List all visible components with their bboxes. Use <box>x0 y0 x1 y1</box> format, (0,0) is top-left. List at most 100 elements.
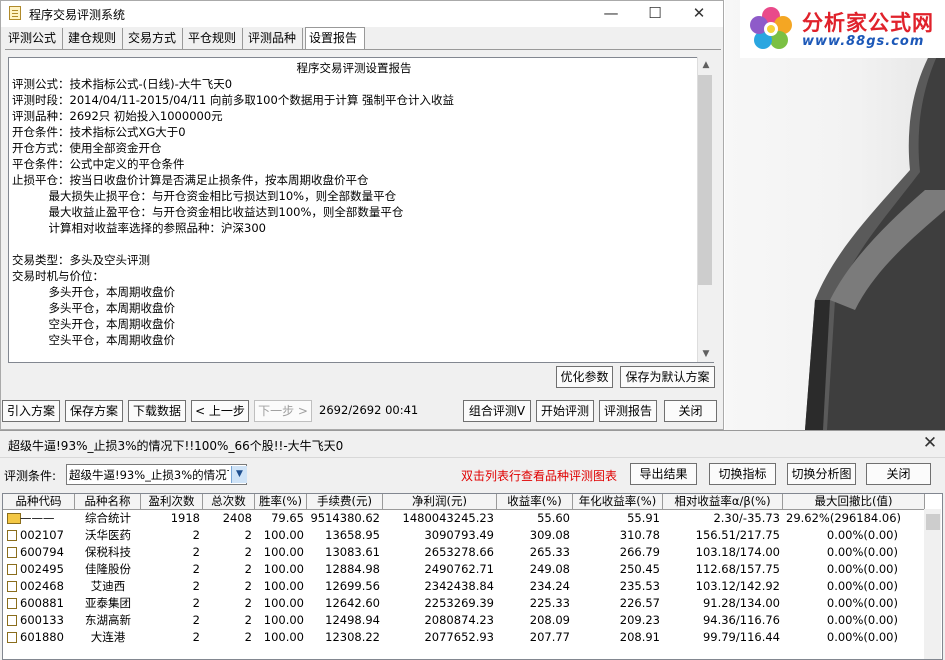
cell-total: 2 <box>244 562 252 576</box>
cell-return: 208.09 <box>529 613 570 627</box>
title-bar[interactable]: 程序交易评测系统 — ☐ ✕ <box>1 1 723 27</box>
document-icon <box>7 581 17 592</box>
cell-wins: 2 <box>192 630 200 644</box>
table-row[interactable]: 600794 保税科技 2 2 100.00 13083.61 2653278.66 265.… <box>3 544 925 561</box>
chevron-down-icon[interactable]: ▼ <box>231 466 247 483</box>
switch-indicator-button[interactable]: 切换指标 <box>709 463 776 485</box>
results-table[interactable]: 品种代码 品种名称 盈利次数 总次数 胜率(%) 手续费(元) 净利润(元) 收… <box>2 493 943 660</box>
cell-wins: 2 <box>192 579 200 593</box>
tab-instruments[interactable]: 评测品种 <box>245 28 303 49</box>
cell-code: 600881 <box>20 596 64 610</box>
cell-wins: 2 <box>192 562 200 576</box>
col-header-profit[interactable]: 净利润(元) <box>383 494 497 510</box>
table-row[interactable]: 002107 沃华医药 2 2 100.00 13658.95 3090793.49 309.… <box>3 527 925 544</box>
tab-open-rules[interactable]: 建仓规则 <box>65 28 123 49</box>
save-default-button[interactable]: 保存为默认方案 <box>620 366 715 388</box>
report-scroll-thumb[interactable] <box>698 75 712 285</box>
eval-close-button[interactable]: 关闭 <box>866 463 931 485</box>
table-row[interactable]: ——— 综合统计 1918 2408 79.65 9514380.62 1480043245… <box>3 510 925 527</box>
cell-winrate: 100.00 <box>263 630 304 644</box>
report-line: 评测公式：技术指标公式-(日线)-大牛飞天0 <box>12 77 233 91</box>
cell-fee: 12498.94 <box>325 613 380 627</box>
cell-max-drawdown: 0.00%(0.00) <box>826 545 898 559</box>
cell-profit: 2080874.23 <box>424 613 494 627</box>
minimize-button[interactable]: — <box>589 1 633 27</box>
cell-relative-return: 99.79/116.44 <box>702 630 780 644</box>
scroll-up-icon[interactable]: ▲ <box>698 57 714 73</box>
document-icon <box>7 615 17 626</box>
table-scrollbar[interactable] <box>924 509 941 659</box>
table-scroll-thumb[interactable] <box>926 514 940 530</box>
criteria-select[interactable]: 超级牛逼!93%_止损3%的情况下 ▼ <box>66 464 247 485</box>
col-header-max-drawdown[interactable]: 最大回撤比(值) <box>783 494 925 510</box>
close-button[interactable]: 关闭 <box>664 400 717 422</box>
tab-trade-mode[interactable]: 交易方式 <box>125 28 183 49</box>
cell-profit: 2653278.66 <box>424 545 494 559</box>
combo-eval-button[interactable]: 组合评测V <box>463 400 531 422</box>
logo-url: www.88gs.com <box>802 34 925 49</box>
cell-max-drawdown: 0.00%(0.00) <box>826 528 898 542</box>
tab-close-rules[interactable]: 平仓规则 <box>185 28 243 49</box>
cell-winrate: 100.00 <box>263 579 304 593</box>
start-eval-button[interactable]: 开始评测 <box>536 400 594 422</box>
cell-annual-return: 235.53 <box>619 579 660 593</box>
export-results-button[interactable]: 导出结果 <box>630 463 697 485</box>
table-row[interactable]: 600133 东湖高新 2 2 100.00 12498.94 2080874.23 208.… <box>3 612 925 629</box>
window-title: 程序交易评测系统 <box>29 8 126 22</box>
col-header-return[interactable]: 收益率(%) <box>497 494 573 510</box>
scroll-down-icon[interactable]: ▼ <box>698 346 714 362</box>
maximize-button[interactable]: ☐ <box>633 1 677 27</box>
tab-report-settings[interactable]: 设置报告 <box>305 27 365 50</box>
close-window-button[interactable]: ✕ <box>677 1 721 27</box>
eval-report-button[interactable]: 评测报告 <box>599 400 657 422</box>
next-step-button[interactable]: 下一步 > <box>254 400 312 422</box>
col-header-name[interactable]: 品种名称 <box>75 494 141 510</box>
cell-max-drawdown: 0.00%(0.00) <box>826 562 898 576</box>
cell-code: 601880 <box>20 630 64 644</box>
cell-total: 2 <box>244 545 252 559</box>
report-line: 交易时机与价位： <box>12 269 104 283</box>
download-data-button[interactable]: 下载数据 <box>128 400 186 422</box>
report-line: 评测品种：2692只 初始投入1000000元 <box>12 109 223 123</box>
tab-divider <box>5 49 721 50</box>
col-header-total[interactable]: 总次数 <box>203 494 255 510</box>
cell-fee: 12884.98 <box>325 562 380 576</box>
logo-flower-icon <box>746 4 796 54</box>
optimize-params-button[interactable]: 优化参数 <box>556 366 613 388</box>
cell-winrate: 100.00 <box>263 562 304 576</box>
cell-annual-return: 310.78 <box>619 528 660 542</box>
col-header-code[interactable]: 品种代码 <box>3 494 75 510</box>
cell-return: 234.24 <box>529 579 570 593</box>
cell-total: 2 <box>244 528 252 542</box>
col-header-relative-return[interactable]: 相对收益率α/β(%) <box>663 494 783 510</box>
cell-wins: 1918 <box>170 511 200 525</box>
col-header-wins[interactable]: 盈利次数 <box>141 494 203 510</box>
cell-wins: 2 <box>192 528 200 542</box>
table-row[interactable]: 601880 大连港 2 2 100.00 12308.22 2077652.93 207.7… <box>3 629 925 646</box>
col-header-winrate[interactable]: 胜率(%) <box>255 494 307 510</box>
eval-window-close-icon[interactable]: ✕ <box>916 432 944 454</box>
cell-wins: 2 <box>192 545 200 559</box>
col-header-fee[interactable]: 手续费(元) <box>307 494 383 510</box>
cell-return: 225.33 <box>529 596 570 610</box>
switch-chart-button[interactable]: 切换分析图 <box>787 463 856 485</box>
prev-step-button[interactable]: < 上一步 <box>191 400 249 422</box>
report-line: 止损平仓：按当日收盘价计算是否满足止损条件，按本周期收盘价平仓 <box>12 173 369 187</box>
col-header-annual-return[interactable]: 年化收益率(%) <box>573 494 663 510</box>
cell-wins: 2 <box>192 596 200 610</box>
table-row[interactable]: 002495 佳隆股份 2 2 100.00 12884.98 2490762.71 249.… <box>3 561 925 578</box>
cell-profit: 2253269.39 <box>424 596 494 610</box>
table-row[interactable]: 002468 艾迪西 2 2 100.00 12699.56 2342438.84 234.2… <box>3 578 925 595</box>
report-title: 程序交易评测设置报告 <box>296 61 412 75</box>
document-icon <box>7 632 17 643</box>
cell-name: 亚泰集团 <box>85 596 131 610</box>
report-textbox[interactable]: 程序交易评测设置报告 评测公式：技术指标公式-(日线)-大牛飞天0 评测时段：2… <box>8 57 714 363</box>
report-line: 空头开仓，本周期收盘价 <box>12 317 176 331</box>
cell-max-drawdown: 0.00%(0.00) <box>826 613 898 627</box>
table-row[interactable]: 600881 亚泰集团 2 2 100.00 12642.60 2253269.39 225.… <box>3 595 925 612</box>
import-scheme-button[interactable]: 引入方案 <box>2 400 60 422</box>
tab-formula[interactable]: 评测公式 <box>5 28 63 49</box>
cell-return: 249.08 <box>529 562 570 576</box>
save-scheme-button[interactable]: 保存方案 <box>65 400 123 422</box>
report-line: 多头平仓，本周期收盘价 <box>12 301 176 315</box>
